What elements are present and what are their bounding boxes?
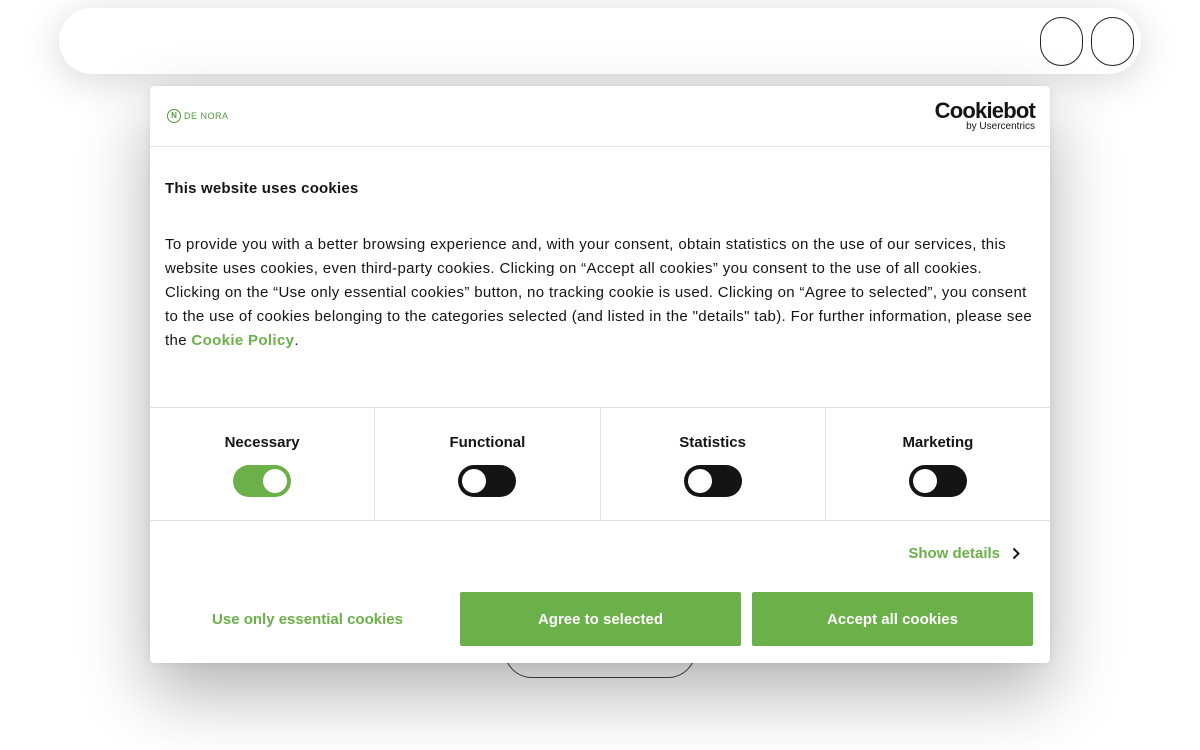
dialog-header: N DE NORA Cookiebot by Usercentrics bbox=[150, 86, 1050, 147]
cookiebot-logo[interactable]: Cookiebot by Usercentrics bbox=[934, 98, 1036, 133]
toggle-knob bbox=[687, 469, 712, 493]
category-label: Necessary bbox=[224, 434, 300, 451]
header-button-1[interactable] bbox=[1040, 17, 1083, 66]
marketing-toggle[interactable] bbox=[908, 465, 967, 497]
category-functional: Functional bbox=[375, 408, 601, 520]
cookie-categories: Necessary Functional Statistics Marketin… bbox=[150, 407, 1050, 521]
toggle-knob bbox=[912, 469, 937, 493]
chevron-right-icon bbox=[1010, 547, 1022, 561]
category-label: Functional bbox=[449, 434, 526, 451]
show-details-label: Show details bbox=[908, 545, 1000, 562]
statistics-toggle[interactable] bbox=[683, 465, 742, 497]
dialog-body-text: To provide you with a better browsing ex… bbox=[165, 233, 1040, 353]
category-statistics: Statistics bbox=[601, 408, 826, 520]
cookie-consent-dialog: N DE NORA Cookiebot by Usercentrics This… bbox=[150, 86, 1050, 663]
cookiebot-logo-main: Cookiebot bbox=[934, 98, 1036, 123]
category-label: Marketing bbox=[902, 434, 974, 451]
dialog-title: This website uses cookies bbox=[165, 180, 359, 197]
de-nora-wordmark: DE NORA bbox=[184, 111, 229, 121]
de-nora-mark-icon: N bbox=[167, 109, 181, 123]
category-necessary: Necessary bbox=[150, 408, 376, 520]
necessary-toggle[interactable] bbox=[233, 465, 292, 497]
use-only-essential-button[interactable]: Use only essential cookies bbox=[167, 592, 448, 646]
header-button-2[interactable] bbox=[1091, 17, 1134, 66]
toggle-knob bbox=[462, 469, 487, 493]
category-marketing: Marketing bbox=[826, 408, 1050, 520]
cookie-policy-link[interactable]: Cookie Policy bbox=[191, 332, 294, 349]
de-nora-logo: N DE NORA bbox=[167, 108, 229, 124]
agree-to-selected-button[interactable]: Agree to selected bbox=[460, 592, 741, 646]
show-details-link[interactable]: Show details bbox=[908, 545, 1022, 562]
category-label: Statistics bbox=[679, 434, 746, 451]
accept-all-button[interactable]: Accept all cookies bbox=[752, 592, 1033, 646]
site-header bbox=[59, 8, 1141, 74]
dialog-body-end: . bbox=[294, 332, 299, 349]
toggle-knob bbox=[263, 469, 288, 493]
functional-toggle[interactable] bbox=[458, 465, 517, 497]
